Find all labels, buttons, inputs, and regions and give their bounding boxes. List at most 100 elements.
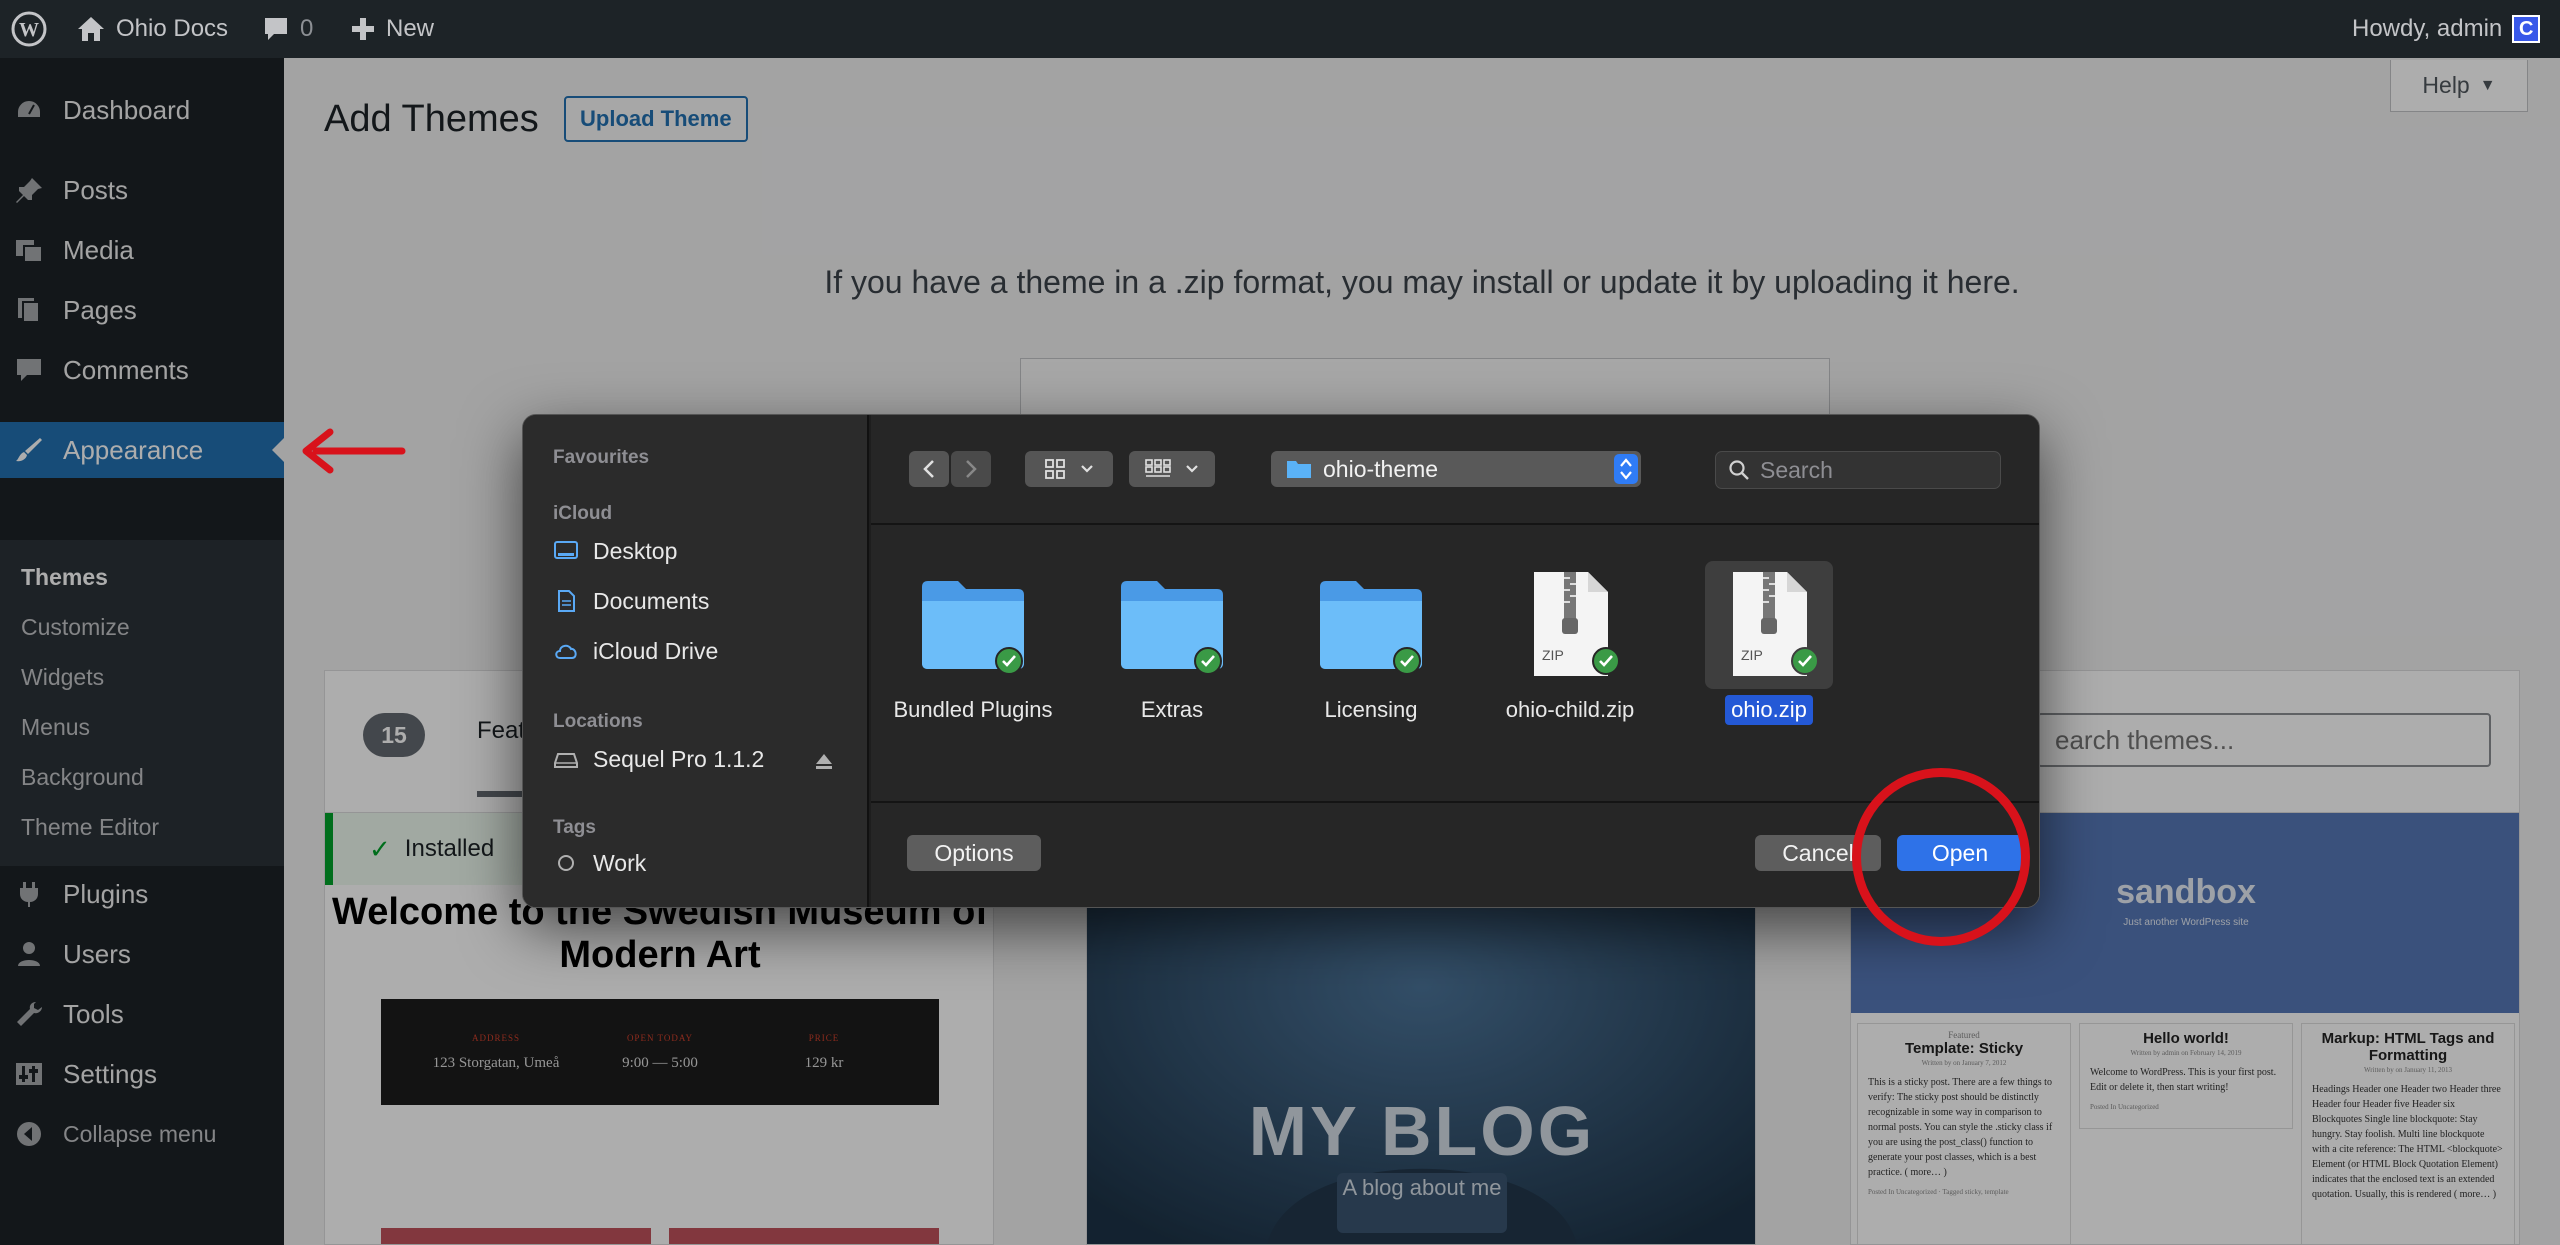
sidebar-item-sequel-pro[interactable]: Sequel Pro 1.1.2 — [553, 741, 764, 777]
options-button[interactable]: Options — [907, 835, 1041, 871]
submenu-item-theme-editor[interactable]: Theme Editor — [21, 814, 159, 841]
sidebar-item-icloud-drive[interactable]: iCloud Drive — [553, 633, 718, 669]
disk-drive-icon — [554, 753, 578, 768]
new-content-link[interactable]: New — [350, 0, 434, 58]
installed-label: Installed — [404, 835, 495, 862]
account-menu[interactable]: Howdy, admin C — [2352, 0, 2541, 58]
submenu-item-background[interactable]: Background — [21, 764, 144, 791]
avatar: C — [2512, 15, 2541, 43]
admin-bar: W Ohio Docs 0 New Howdy, admin C — [0, 0, 2560, 58]
sidebar-item-settings[interactable]: Settings — [0, 1046, 284, 1102]
annotation-arrow-icon — [302, 428, 406, 474]
view-mode-button[interactable] — [1025, 451, 1113, 487]
file-item-ohio-zip[interactable]: ZIP ohio.zip — [1681, 561, 1857, 731]
site-name-link[interactable]: Ohio Docs — [76, 0, 228, 58]
submenu-item-themes[interactable]: Themes — [21, 564, 108, 591]
forward-button[interactable] — [951, 451, 991, 487]
submenu-item-menus[interactable]: Menus — [21, 714, 90, 741]
icon-grid-icon — [1045, 459, 1065, 479]
help-tab-button[interactable]: Help ▼ — [2390, 60, 2528, 112]
file-name: ohio-child.zip — [1505, 697, 1635, 722]
file-name: Bundled Plugins — [893, 697, 1053, 722]
home-icon — [78, 17, 104, 41]
sidebar-item-label: Sequel Pro 1.1.2 — [593, 745, 765, 772]
sidebar-item-media[interactable]: Media — [0, 222, 284, 278]
settings-sliders-icon — [16, 1063, 42, 1085]
sidebar-item-label: Dashboard — [63, 94, 191, 125]
sidebar-item-tag-work[interactable]: Work — [553, 845, 646, 881]
page-title: Add Themes — [324, 98, 539, 140]
sidebar-item-pages[interactable]: Pages — [0, 282, 284, 338]
sidebar-item-documents[interactable]: Documents — [553, 583, 709, 619]
paintbrush-icon — [16, 438, 42, 462]
post-meta: Posted In Uncategorized · Tagged sticky,… — [1868, 1188, 2009, 1196]
site-name: Ohio Docs — [116, 15, 229, 42]
dialog-search-field[interactable]: Search — [1715, 451, 2001, 489]
back-button[interactable] — [909, 451, 949, 487]
upload-instructions: If you have a theme in a .zip format, yo… — [824, 264, 2020, 300]
submenu-item-customize[interactable]: Customize — [21, 614, 130, 641]
post-body: This is a sticky post. There are a few t… — [1868, 1077, 2053, 1178]
current-folder-name: ohio-theme — [1323, 455, 1439, 482]
dialog-browser: ohio-theme Search Bundled Plugins Extras… — [871, 415, 2039, 907]
post-byline: Written by admin on February 14, 2019 — [2130, 1049, 2242, 1057]
document-icon — [558, 590, 575, 612]
howdy-text: Howdy, admin — [2352, 15, 2503, 42]
sidebar-item-plugins[interactable]: Plugins — [0, 866, 284, 922]
group-by-button[interactable] — [1129, 451, 1215, 487]
folder-icon — [909, 561, 1037, 689]
sidebar-item-label: Tools — [63, 998, 124, 1029]
post-byline: Written by on January 7, 2012 — [1921, 1059, 2007, 1067]
info-label: ADDRESS — [471, 1033, 520, 1043]
wordpress-logo-icon[interactable]: W — [10, 0, 48, 58]
info-label: PRICE — [808, 1033, 840, 1043]
preview-image-block — [669, 1228, 939, 1244]
file-item-bundled-plugins[interactable]: Bundled Plugins — [885, 561, 1061, 731]
collapse-menu-button[interactable]: Collapse menu — [0, 1106, 284, 1162]
file-item-ohio-child-zip[interactable]: ZIP ohio-child.zip — [1482, 561, 1658, 731]
file-item-licensing[interactable]: Licensing — [1283, 561, 1459, 731]
sidebar-item-comments[interactable]: Comments — [0, 342, 284, 398]
theme-preview-info-panel: ADDRESS 123 Storgatan, Umeå OPEN TODAY 9… — [381, 999, 939, 1105]
sidebar-item-desktop[interactable]: Desktop — [553, 533, 677, 569]
sidebar-item-appearance[interactable]: Appearance — [0, 422, 284, 478]
theme-preview-subtitle: Just another WordPress site — [2123, 917, 2249, 928]
file-grid: Bundled Plugins Extras Licensing ZIP ohi… — [871, 525, 2039, 795]
dialog-sidebar: Favourites iCloud Desktop Documents iClo… — [523, 415, 869, 907]
dashboard-icon — [16, 98, 42, 119]
cancel-button[interactable]: Cancel — [1755, 835, 1881, 871]
comments-link[interactable]: 0 — [262, 0, 313, 58]
open-button[interactable]: Open — [1897, 835, 2023, 871]
section-icloud: iCloud — [553, 503, 613, 524]
post-title: Hello world! — [2143, 1030, 2229, 1047]
sidebar-item-label: Comments — [63, 354, 189, 385]
post-meta: Posted In Uncategorized — [2090, 1103, 2159, 1111]
sidebar-item-tools[interactable]: Tools — [0, 986, 284, 1042]
tab-featured[interactable]: Feat — [477, 671, 526, 797]
sync-check-icon — [1791, 647, 1819, 675]
sync-check-icon — [1194, 647, 1222, 675]
group-grid-icon — [1145, 459, 1171, 477]
eject-icon[interactable] — [813, 751, 835, 773]
folder-path-popup[interactable]: ohio-theme — [1271, 451, 1641, 487]
file-name: Licensing — [1324, 697, 1418, 722]
search-icon — [1729, 460, 1749, 480]
sidebar-item-posts[interactable]: Posts — [0, 162, 284, 218]
zip-label: ZIP — [1542, 647, 1564, 663]
file-name: ohio.zip — [1725, 695, 1813, 725]
submenu-item-widgets[interactable]: Widgets — [21, 664, 104, 691]
post-byline: Written by on January 11, 2013 — [2363, 1066, 2453, 1074]
theme-preview-subtitle: A blog about me — [1342, 1175, 1502, 1200]
chevron-down-icon — [1186, 465, 1198, 473]
file-item-extras[interactable]: Extras — [1084, 561, 1260, 731]
info-open-today: OPEN TODAY 9:00 — 5:00 — [595, 1033, 725, 1072]
info-price: PRICE 129 kr — [759, 1033, 889, 1072]
sidebar-item-label: Plugins — [63, 878, 149, 909]
upload-theme-button[interactable]: Upload Theme — [564, 96, 748, 142]
info-label: OPEN TODAY — [626, 1033, 694, 1043]
sidebar-item-users[interactable]: Users — [0, 926, 284, 982]
cloud-icon — [555, 644, 577, 659]
sidebar-item-dashboard[interactable]: Dashboard — [0, 82, 284, 138]
sync-check-icon — [1592, 647, 1620, 675]
search-themes-input[interactable] — [2037, 713, 2491, 767]
